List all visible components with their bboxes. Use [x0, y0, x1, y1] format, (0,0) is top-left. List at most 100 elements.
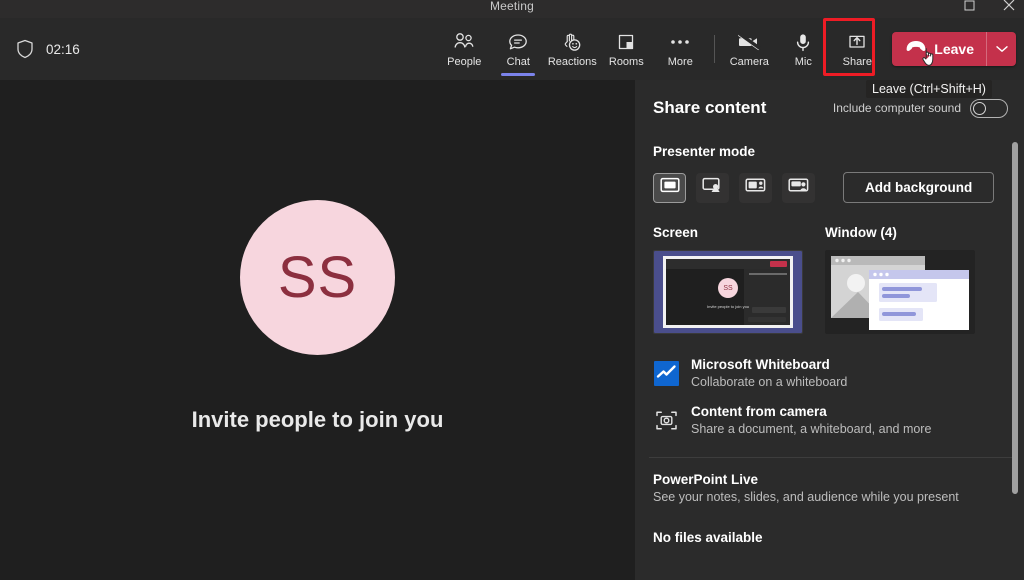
share-panel-scrollbar[interactable]: [1012, 142, 1018, 494]
toolbar-item-chat[interactable]: Chat: [491, 22, 545, 76]
presenter-mode-label: Presenter mode: [653, 144, 756, 159]
window-title-bar: Meeting: [0, 0, 1024, 18]
more-icon: [669, 30, 691, 54]
share-sources: Screen SS Invite people to join you Wind…: [635, 203, 1024, 334]
presenter-mode-section: Presenter mode Add background: [635, 118, 1024, 203]
window-title: Meeting: [489, 0, 535, 13]
window-source-title: Window (4): [825, 225, 897, 240]
restore-button[interactable]: [958, 0, 980, 14]
screen-thumbnail-row-a: [752, 307, 786, 313]
add-background-button[interactable]: Add background: [843, 172, 995, 203]
teams-meeting-window: Meeting 02:16 People Chat Reactions Room…: [0, 0, 1024, 580]
screen-thumbnail-panel: [744, 269, 790, 325]
toolbar-label-reactions: Reactions: [547, 56, 597, 68]
toolbar-label-camera: Camera: [729, 56, 769, 68]
avatar-initials: SS: [277, 244, 358, 310]
screen-thumbnail-toolbar: [666, 259, 790, 269]
share-option-whiteboard[interactable]: Microsoft Whiteboard Collaborate on a wh…: [647, 350, 1014, 397]
toolbar-item-share[interactable]: Share: [830, 22, 884, 76]
toolbar-item-more[interactable]: More: [653, 22, 707, 76]
share-option-content-camera-text: Content from camera Share a document, a …: [691, 404, 931, 437]
share-option-content-camera[interactable]: Content from camera Share a document, a …: [647, 397, 1014, 444]
leave-button-main[interactable]: Leave: [892, 32, 986, 66]
chat-icon: [507, 30, 529, 54]
toolbar-label-share: Share: [842, 56, 872, 68]
screen-thumbnail-row-b: [748, 317, 786, 322]
no-files-available-text: No files available: [653, 530, 763, 546]
mic-icon: [794, 30, 812, 54]
toolbar-label-people: People: [447, 56, 482, 68]
toolbar-item-reactions[interactable]: Reactions: [545, 22, 599, 76]
include-computer-sound-row[interactable]: Include computer sound: [832, 98, 1008, 118]
screen-source[interactable]: Screen SS Invite people to join you: [653, 225, 803, 334]
window-controls: [958, 0, 1020, 18]
share-content-panel: Share content Include computer sound Pre…: [635, 80, 1024, 580]
shield-icon: [14, 38, 36, 60]
share-panel-title: Share content: [653, 98, 767, 117]
toolbar-label-mic: Mic: [794, 56, 812, 68]
share-options-list: Microsoft Whiteboard Collaborate on a wh…: [635, 334, 1024, 444]
leave-tooltip: Leave (Ctrl+Shift+H): [866, 80, 992, 98]
screen-thumbnail-window: SS Invite people to join you: [663, 256, 793, 328]
leave-dropdown-button[interactable]: [987, 32, 1016, 66]
include-computer-sound-label: Include computer sound: [832, 101, 961, 115]
share-up-arrow-icon: [846, 30, 868, 54]
leave-button-label: Leave: [934, 41, 974, 57]
active-tab-indicator: [501, 73, 536, 76]
toolbar-item-rooms[interactable]: Rooms: [599, 22, 653, 76]
toolbar-left-group: 02:16: [14, 18, 80, 80]
toolbar-right-group: People Chat Reactions Rooms More Camera …: [437, 18, 1016, 80]
presenter-mode-side-by-side[interactable]: [739, 172, 772, 203]
camera-off-icon: [736, 30, 762, 54]
presenter-mode-content-only[interactable]: [653, 172, 686, 203]
powerpoint-live-title: PowerPoint Live: [653, 472, 759, 488]
screen-thumbnail-caption: Invite people to join you: [706, 303, 750, 309]
reporter-mode-icon: [788, 177, 809, 198]
meeting-timer: 02:16: [46, 41, 80, 57]
include-computer-sound-toggle[interactable]: [970, 98, 1008, 118]
rooms-icon: [615, 30, 637, 54]
presenter-mode-reporter[interactable]: [782, 172, 815, 203]
share-option-content-camera-title: Content from camera: [691, 404, 827, 420]
close-button[interactable]: [998, 0, 1020, 14]
toolbar-label-rooms: Rooms: [608, 56, 644, 68]
presenter-mode-standout[interactable]: [696, 172, 729, 203]
screen-thumbnail-avatar: SS: [718, 278, 738, 299]
avatar: SS: [240, 199, 395, 355]
screen-thumbnail-panel-line: [749, 273, 787, 275]
share-option-content-camera-subtitle: Share a document, a whiteboard, and more: [691, 422, 932, 436]
whiteboard-icon: [653, 361, 679, 387]
standout-mode-icon: [702, 177, 723, 198]
window-thumbnail-illustration: [831, 256, 969, 330]
window-thumbnail[interactable]: [825, 250, 975, 334]
screen-source-title: Screen: [653, 225, 699, 240]
hangup-phone-icon: [905, 40, 927, 58]
screen-thumbnail-leave: [770, 261, 787, 267]
side-by-side-mode-icon: [745, 177, 766, 198]
screen-thumbnail-inner: SS Invite people to join you: [666, 259, 790, 325]
presenter-mode-options: Add background: [653, 172, 1006, 203]
toolbar-item-mic[interactable]: Mic: [776, 22, 830, 76]
toggle-knob: [973, 101, 986, 115]
powerpoint-live-section[interactable]: PowerPoint Live See your notes, slides, …: [635, 458, 1024, 504]
toolbar-item-camera[interactable]: Camera: [722, 22, 776, 76]
powerpoint-live-subtitle: See your notes, slides, and audience whi…: [653, 490, 959, 505]
leave-button[interactable]: Leave: [892, 32, 1016, 66]
share-option-whiteboard-subtitle: Collaborate on a whiteboard: [691, 374, 848, 389]
content-only-mode-icon: [659, 177, 680, 198]
content-camera-icon: [653, 408, 679, 434]
people-icon: [453, 30, 476, 54]
toolbar-divider: [714, 35, 716, 63]
chevron-down-icon: [995, 40, 1008, 58]
toolbar-item-people[interactable]: People: [437, 22, 491, 76]
toolbar-label-more: More: [667, 56, 693, 68]
screen-thumbnail[interactable]: SS Invite people to join you: [653, 250, 803, 334]
share-option-whiteboard-title: Microsoft Whiteboard: [691, 357, 830, 372]
meeting-stage: SS Invite people to join you: [0, 80, 635, 580]
window-source[interactable]: Window (4): [825, 225, 975, 334]
reactions-icon: [560, 30, 584, 54]
share-option-whiteboard-text: Microsoft Whiteboard Collaborate on a wh…: [691, 357, 847, 390]
toolbar-label-chat: Chat: [506, 56, 530, 68]
invite-people-text: Invite people to join you: [191, 406, 444, 432]
meeting-toolbar: 02:16 People Chat Reactions Rooms More C…: [0, 18, 1024, 80]
